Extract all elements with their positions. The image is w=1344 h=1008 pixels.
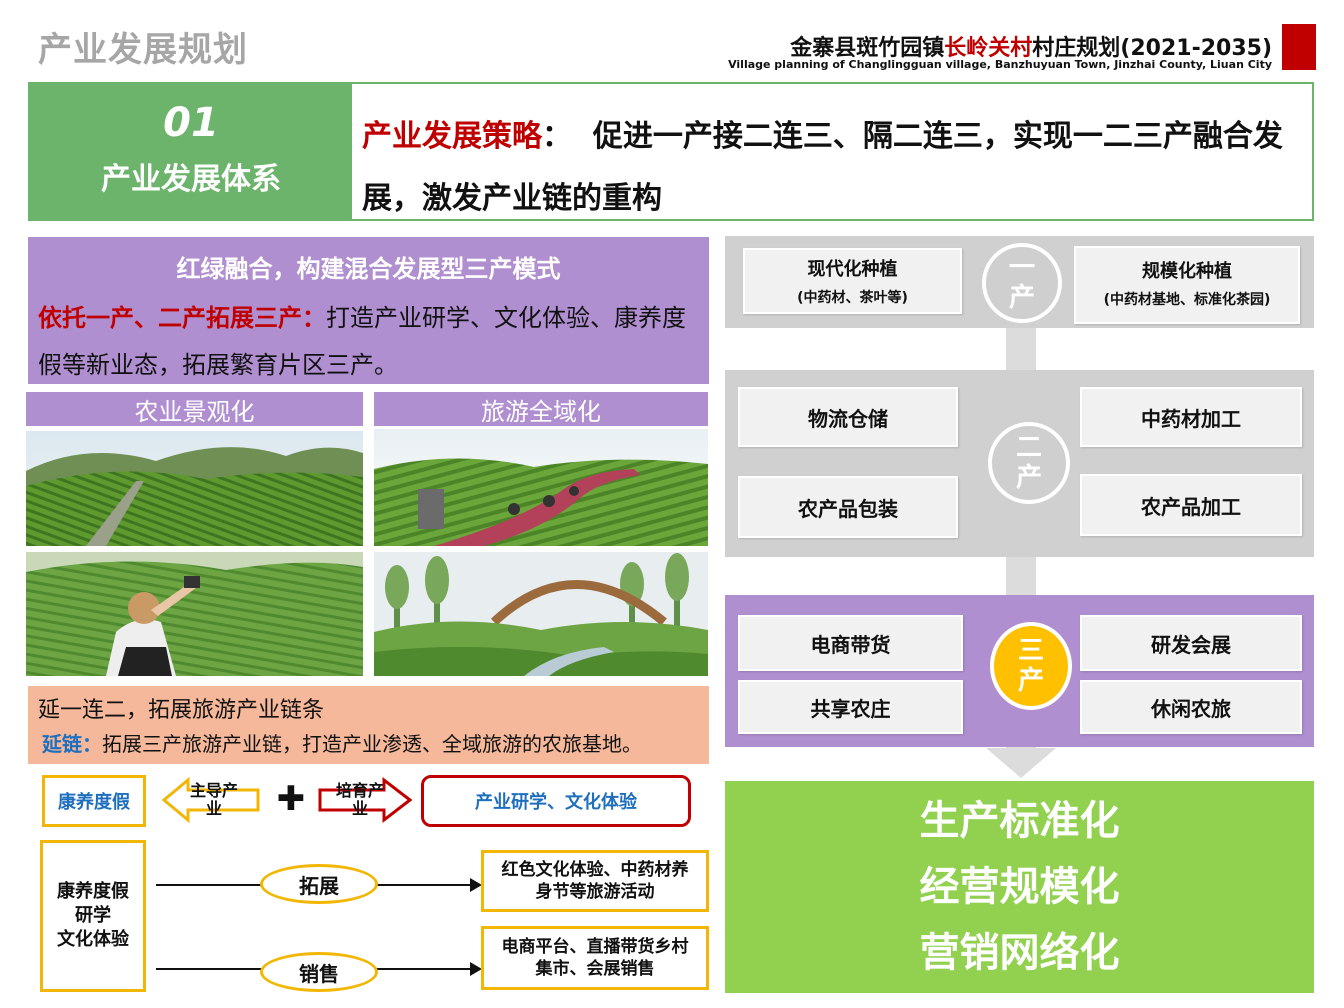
card-scaled-planting-note: (中药材基地、标准化茶园) — [1103, 292, 1271, 308]
chain-extension-label: 延链： — [42, 732, 102, 756]
card-herb-processing: 中药材加工 — [1080, 387, 1302, 447]
outcomes-box: 生产标准化 经营规模化 营销网络化 — [725, 781, 1314, 993]
card-modern-planting: 现代化种植 (中药材、茶叶等) — [743, 248, 962, 314]
core-industry-1: 康养度假 — [57, 881, 129, 902]
oval-sell: 销售 — [260, 952, 378, 992]
circle-tertiary-char1: 三 — [1017, 636, 1044, 666]
photo-tourist-tea-hills — [26, 552, 363, 676]
arrow-leading-label: 主导产业 — [189, 781, 238, 818]
arrow-cultivated-industry: 培育产业 — [318, 776, 413, 824]
circle-primary: 一 产 — [982, 243, 1062, 323]
mode-title: 红绿融合，构建混合发展型三产模式 — [176, 255, 561, 283]
page-title: 产业发展规划 — [38, 30, 248, 70]
box-wellness-vacation: 康养度假 — [42, 775, 146, 827]
circle-primary-char2: 产 — [1008, 283, 1035, 313]
section-label: 01 产业发展体系 — [30, 84, 352, 219]
document-subtitle: Village planning of Changlingguan villag… — [728, 58, 1272, 71]
plus-icon: ✚ — [276, 779, 306, 819]
label-agri-landscape: 农业景观化 — [26, 392, 363, 426]
core-industry-2: 研学 — [75, 905, 111, 926]
mode-highlight: 依托一产、二产拓展三产： — [38, 304, 326, 332]
card-scaled-planting-title: 规模化种植 — [1142, 261, 1232, 282]
chain-extension-title: 延一连二，拓展旅游产业链条 — [38, 698, 325, 723]
card-ecommerce: 电商带货 — [738, 615, 963, 671]
chain-extension-body: 拓展三产旅游产业链，打造产业渗透、全域旅游的农旅基地。 — [102, 732, 642, 756]
card-packaging: 农产品包装 — [738, 476, 958, 538]
strategy-statement: 产业发展策略： 促进一产接二连三、隔二连三，实现一二三产融合发展，激发产业链的重… — [362, 106, 1302, 230]
section-banner: 01 产业发展体系 产业发展策略： 促进一产接二连三、隔二连三，实现一二三产融合… — [28, 82, 1314, 221]
core-industry-3: 文化体验 — [57, 929, 129, 950]
card-leisure-tourism: 休闲农旅 — [1080, 680, 1302, 734]
circle-tertiary-char2: 产 — [1017, 666, 1044, 696]
strategy-colon: ： — [542, 119, 572, 154]
photo-cycling-path — [374, 429, 708, 546]
box-research-culture: 产业研学、文化体验 — [421, 775, 691, 827]
arrow-cultivated-label: 培育产业 — [335, 781, 384, 818]
card-shared-farm: 共享农庄 — [738, 680, 963, 734]
section-number: 01 — [163, 99, 219, 146]
red-accent-block — [1282, 24, 1316, 70]
oval-expand: 拓展 — [260, 864, 378, 904]
box-core-industries: 康养度假 研学 文化体验 — [40, 840, 146, 992]
box-sales-channels: 电商平台、直播带货乡村集市、会展销售 — [481, 926, 709, 990]
circle-primary-char1: 一 — [1008, 253, 1035, 283]
mode-text: 依托一产、二产拓展三产：打造产业研学、文化体验、康养度假等新业态，拓展繁育片区三… — [38, 295, 703, 389]
label-all-area-tourism: 旅游全域化 — [374, 392, 708, 426]
card-rd-exhibition: 研发会展 — [1080, 615, 1302, 671]
circle-secondary: 二 产 — [988, 422, 1070, 504]
card-modern-planting-title: 现代化种植 — [807, 259, 898, 280]
flow-arrow-head-icon — [986, 748, 1056, 778]
card-scaled-planting: 规模化种植 (中药材基地、标准化茶园) — [1074, 246, 1300, 324]
section-caption: 产业发展体系 — [101, 161, 281, 197]
mode-description-box: 红绿融合，构建混合发展型三产模式 依托一产、二产拓展三产：打造产业研学、文化体验… — [28, 237, 709, 384]
arrow-leading-industry: 主导产业 — [161, 776, 262, 824]
outcome-networked: 营销网络化 — [919, 930, 1120, 976]
chain-extension-box: 延一连二，拓展旅游产业链条 延链：拓展三产旅游产业链，打造产业渗透、全域旅游的农… — [28, 686, 709, 764]
box-tourism-activities: 红色文化体验、中药材养身节等旅游活动 — [481, 850, 709, 912]
outcome-standardized: 生产标准化 — [919, 798, 1120, 844]
photo-arch-bridge-park — [374, 552, 708, 676]
strategy-label: 产业发展策略 — [362, 119, 542, 154]
circle-secondary-char2: 产 — [1015, 463, 1042, 493]
card-modern-planting-note: (中药材、茶叶等) — [797, 290, 908, 306]
chain-extension-text: 延链：拓展三产旅游产业链，打造产业渗透、全域旅游的农旅基地。 — [42, 728, 642, 757]
card-agri-processing: 农产品加工 — [1080, 474, 1302, 536]
circle-secondary-char1: 二 — [1015, 433, 1042, 463]
outcome-scaled: 经营规模化 — [919, 864, 1120, 910]
circle-tertiary: 三 产 — [990, 622, 1072, 710]
card-logistics: 物流仓储 — [738, 387, 958, 447]
photo-tea-fields — [26, 431, 363, 546]
